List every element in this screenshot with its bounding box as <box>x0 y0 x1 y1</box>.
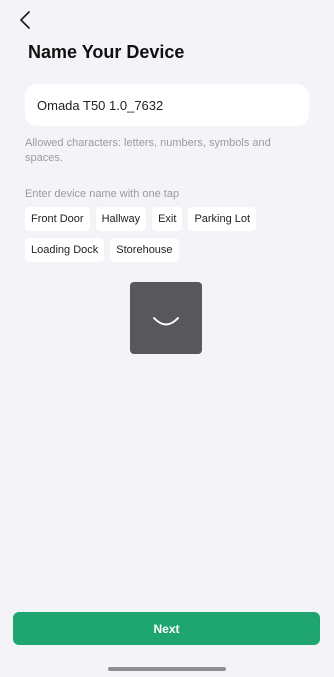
chip-parking-lot[interactable]: Parking Lot <box>188 207 257 231</box>
page-title: Name Your Device <box>28 42 185 62</box>
chip-front-door[interactable]: Front Door <box>25 207 90 231</box>
quick-name-label: Enter device name with one tap <box>25 188 180 200</box>
chip-hallway[interactable]: Hallway <box>95 207 147 231</box>
device-name-input[interactable] <box>37 97 297 113</box>
back-button[interactable] <box>14 8 38 32</box>
name-device-screen: Name Your Device Allowed characters: let… <box>0 0 334 677</box>
quick-name-row-2: Loading Dock Storehouse <box>25 238 179 262</box>
chip-loading-dock[interactable]: Loading Dock <box>25 238 105 262</box>
loading-indicator <box>130 282 202 354</box>
device-name-field[interactable] <box>25 84 309 126</box>
spinner-arc-icon <box>153 317 179 326</box>
allowed-characters-hint: Allowed characters: letters, numbers, sy… <box>25 137 271 164</box>
chip-storehouse[interactable]: Storehouse <box>110 238 179 262</box>
home-indicator <box>108 667 226 671</box>
next-button[interactable]: Next <box>13 612 320 645</box>
chevron-left-icon <box>20 11 30 29</box>
quick-name-row-1: Front Door Hallway Exit Parking Lot <box>25 207 257 231</box>
chip-exit[interactable]: Exit <box>152 207 183 231</box>
